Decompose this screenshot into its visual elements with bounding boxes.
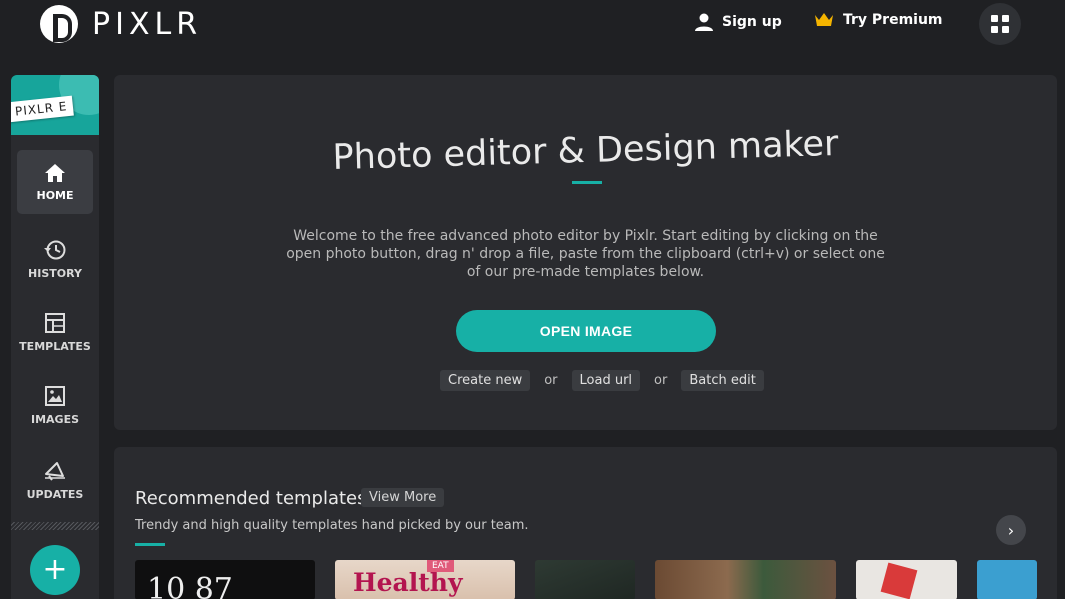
sidebar-item-label: UPDATES [26, 487, 84, 501]
hero-title-wrap: Photo editor & Design maker [114, 124, 1057, 178]
sidebar-item-updates[interactable]: UPDATES [17, 448, 93, 512]
sidebar-item-history[interactable]: HISTORY [17, 227, 93, 291]
history-icon [44, 240, 66, 259]
sidebar-divider [11, 522, 99, 530]
secondary-actions: Create new or Load url or Batch edit [440, 370, 764, 391]
sidebar-item-templates[interactable]: TEMPLATES [17, 300, 93, 364]
recommended-title: Recommended templates [135, 488, 367, 509]
recommended-underline [135, 543, 165, 546]
or-separator: or [654, 373, 668, 388]
template-thumbnail-text: 10 87 [147, 572, 233, 599]
template-thumbnail[interactable]: 10 87 [135, 560, 315, 599]
images-icon [45, 385, 65, 406]
load-url-link[interactable]: Load url [571, 370, 641, 391]
hero-panel: Photo editor & Design maker Welcome to t… [114, 75, 1057, 430]
hero-description: Welcome to the free advanced photo edito… [286, 228, 885, 280]
sidebar-item-label: HOME [36, 188, 74, 202]
sign-up-label: Sign up [722, 14, 782, 30]
pixlr-logo-icon [40, 5, 78, 43]
apps-menu-button[interactable] [979, 3, 1021, 45]
open-image-button[interactable]: OPEN IMAGE [456, 310, 716, 352]
crown-icon [815, 13, 833, 26]
megaphone-icon [45, 461, 65, 481]
apps-grid-icon [991, 15, 1009, 33]
recommended-templates-panel: Recommended templates View More Trendy a… [114, 447, 1057, 599]
sidebar-item-label: TEMPLATES [19, 339, 91, 353]
pixlr-e-brand-card[interactable]: PIXLR E [11, 75, 99, 135]
view-more-button[interactable]: View More [361, 488, 445, 507]
template-thumbnail[interactable] [655, 560, 836, 599]
sidebar-item-images[interactable]: IMAGES [17, 373, 93, 437]
top-bar: PIXLR Sign up Try Premium [0, 0, 1065, 58]
pixlr-logo[interactable]: PIXLR [40, 5, 202, 43]
chevron-right-icon: › [1007, 520, 1015, 540]
page-title: Photo editor & Design maker [332, 123, 839, 179]
user-icon [695, 13, 713, 31]
sidebar: PIXLR E HOME HISTORY TEMPLATES IMAGES UP… [11, 75, 99, 599]
sidebar-item-home[interactable]: HOME [17, 150, 93, 214]
template-thumbnail[interactable] [535, 560, 635, 599]
template-thumbnail[interactable] [977, 560, 1037, 599]
sidebar-item-label: HISTORY [28, 266, 82, 280]
title-underline [572, 181, 602, 184]
template-thumbnail-text: Healthy Food [353, 568, 463, 599]
or-separator: or [544, 373, 558, 388]
template-thumbnail[interactable] [856, 560, 957, 599]
home-icon [45, 163, 65, 182]
create-new-link[interactable]: Create new [440, 370, 531, 391]
create-new-fab[interactable]: + [30, 545, 80, 595]
logo-text: PIXLR [92, 6, 203, 42]
sign-up-button[interactable]: Sign up [694, 12, 782, 32]
recommended-subtitle: Trendy and high quality templates hand p… [135, 518, 529, 533]
templates-icon [45, 312, 65, 333]
batch-edit-link[interactable]: Batch edit [681, 370, 764, 391]
pixlr-e-tag: PIXLR E [11, 95, 75, 123]
template-thumbnail[interactable]: EAT Healthy Food [335, 560, 515, 599]
plus-icon: + [42, 552, 68, 587]
sidebar-item-label: IMAGES [30, 412, 80, 426]
try-premium-button[interactable]: Try Premium [814, 12, 943, 28]
next-templates-button[interactable]: › [996, 515, 1026, 545]
try-premium-label: Try Premium [843, 12, 943, 28]
